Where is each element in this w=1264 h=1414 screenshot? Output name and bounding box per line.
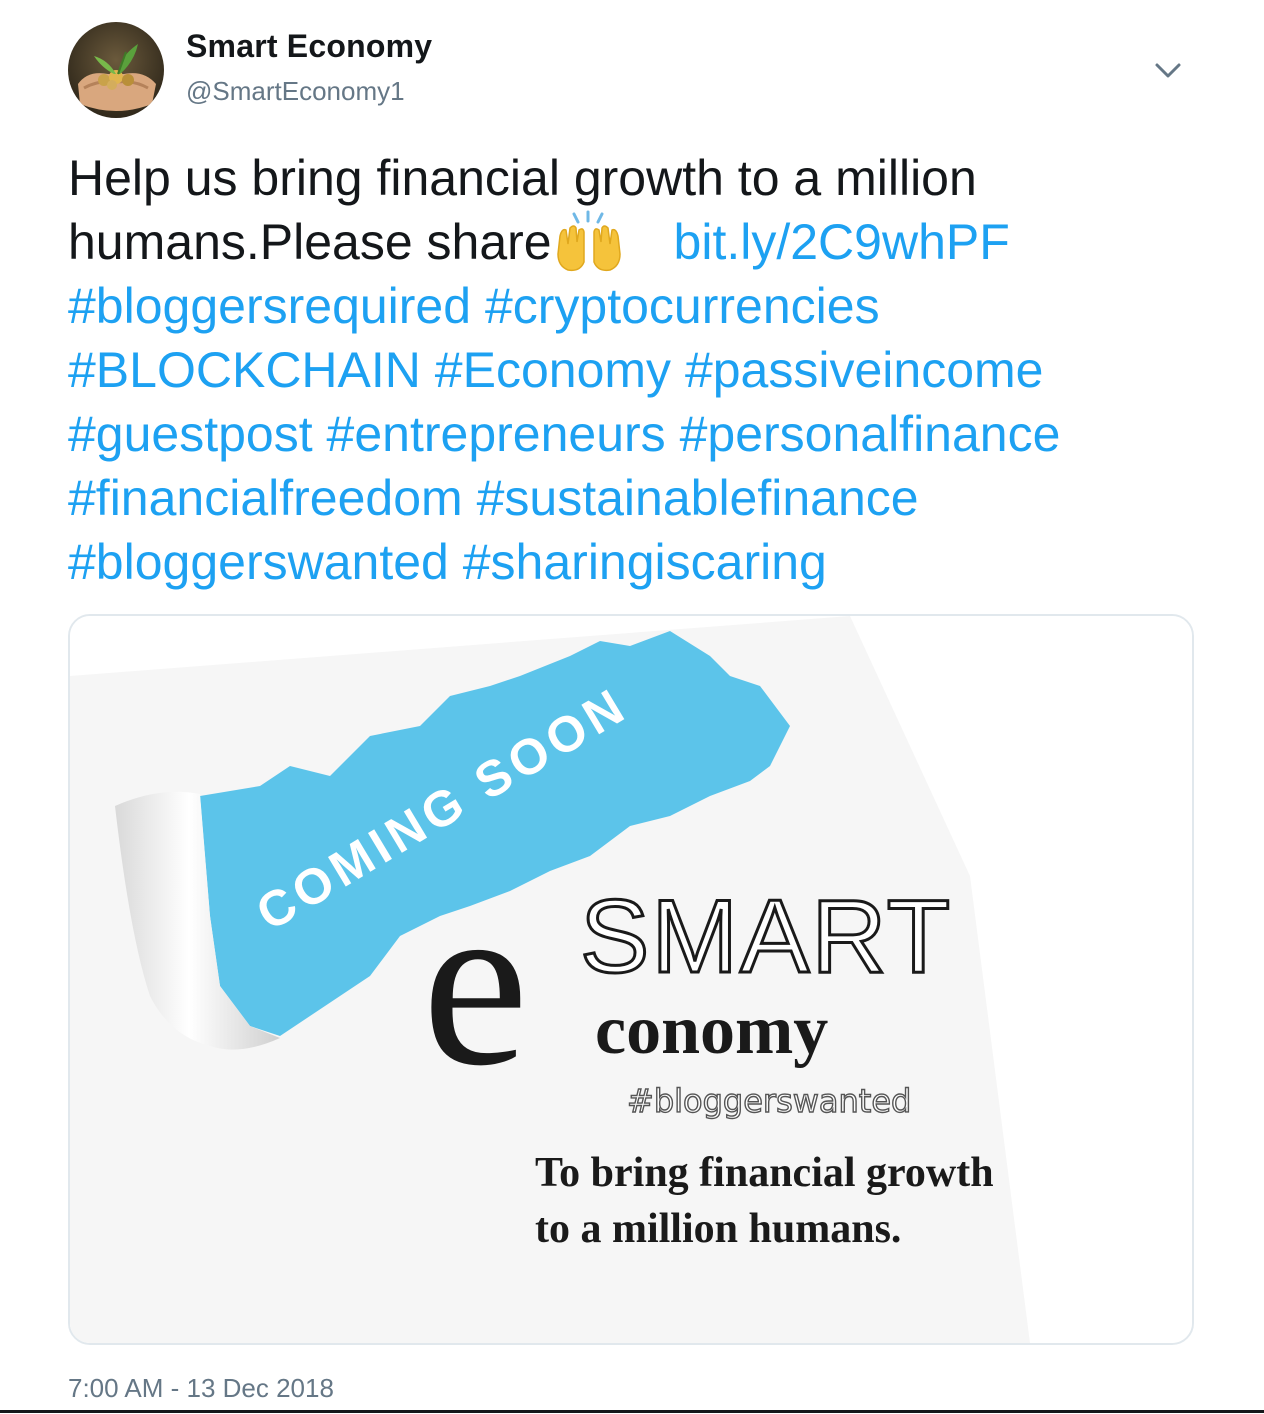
hashtag-link[interactable]: #Economy bbox=[435, 342, 671, 398]
tweet-text: Help us bring financial growth to a mill… bbox=[68, 146, 1208, 594]
logo-big-e: e bbox=[422, 849, 529, 1115]
hashtag-link[interactable]: #cryptocurrencies bbox=[485, 278, 880, 334]
hashtag-link[interactable]: #personalfinance bbox=[680, 406, 1061, 462]
hashtag-link[interactable]: #BLOCKCHAIN bbox=[68, 342, 421, 398]
tweet-card: Smart Economy @SmartEconomy1 Help us bri… bbox=[0, 0, 1264, 1414]
hashtag-link[interactable]: #sustainablefinance bbox=[477, 470, 919, 526]
raising-hands-emoji-icon bbox=[552, 210, 626, 274]
logo-conomy: conomy bbox=[595, 992, 828, 1069]
tagline-line2: to a million humans. bbox=[535, 1206, 901, 1252]
hashtag-link[interactable]: #passiveincome bbox=[685, 342, 1044, 398]
avatar[interactable] bbox=[68, 22, 164, 118]
tweet-link[interactable]: bit.ly/2C9whPF bbox=[674, 214, 1010, 270]
hashtag-link[interactable]: #guestpost bbox=[68, 406, 313, 462]
divider bbox=[0, 1410, 1264, 1413]
hashtag-link[interactable]: #sharingiscaring bbox=[463, 534, 827, 590]
tweet-timestamp[interactable]: 7:00 AM - 13 Dec 2018 bbox=[68, 1373, 334, 1404]
author-name[interactable]: Smart Economy bbox=[186, 28, 432, 65]
hashtag-link[interactable]: #financialfreedom bbox=[68, 470, 463, 526]
media-image[interactable]: COMING SOON e SMART conomy #bloggerswant… bbox=[68, 614, 1194, 1345]
logo-hashtag: #bloggerswanted bbox=[627, 1082, 911, 1120]
tweet-text-line: Help us bring financial growth to a mill… bbox=[68, 150, 977, 206]
hashtag-link[interactable]: #bloggerswanted bbox=[68, 534, 449, 590]
tagline-line1: To bring financial growth bbox=[535, 1150, 994, 1196]
hashtag-link[interactable]: #bloggersrequired bbox=[68, 278, 471, 334]
author-handle[interactable]: @SmartEconomy1 bbox=[186, 76, 405, 107]
hashtag-link[interactable]: #entrepreneurs bbox=[327, 406, 666, 462]
tweet-text-line: humans.Please share bbox=[68, 214, 552, 270]
chevron-down-icon[interactable] bbox=[1150, 52, 1186, 88]
logo-smart: SMART bbox=[580, 879, 952, 995]
hands-holding-coins-icon bbox=[68, 22, 164, 118]
coming-soon-graphic: COMING SOON e SMART conomy #bloggerswant… bbox=[70, 616, 1192, 1343]
